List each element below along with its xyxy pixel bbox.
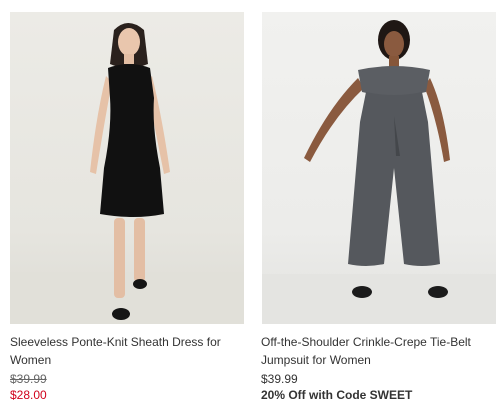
price-block: $39.99 20% Off with Code SWEET <box>261 371 500 402</box>
promo-code-text: 20% Off with Code SWEET <box>261 388 413 402</box>
product-title-link[interactable]: Sleeveless Ponte-Knit Sheath Dress for W… <box>10 333 250 369</box>
original-price: $39.99 <box>10 372 47 386</box>
product-image-sheath-dress[interactable] <box>10 12 244 324</box>
model-in-gray-jumpsuit-illustration <box>262 20 496 324</box>
product-info: Sleeveless Ponte-Knit Sheath Dress for W… <box>10 333 250 402</box>
model-in-black-dress-illustration <box>10 23 244 324</box>
price-block: $39.99 $28.00 <box>10 371 250 402</box>
product-card-sheath-dress[interactable]: Sleeveless Ponte-Knit Sheath Dress for W… <box>10 0 246 402</box>
sale-price: $28.00 <box>10 388 47 402</box>
product-card-jumpsuit[interactable]: Off-the-Shoulder Crinkle-Crepe Tie-Belt … <box>261 0 497 402</box>
regular-price: $39.99 <box>261 372 298 386</box>
product-image-jumpsuit[interactable] <box>262 12 496 324</box>
product-info: Off-the-Shoulder Crinkle-Crepe Tie-Belt … <box>261 333 500 402</box>
product-title-link[interactable]: Off-the-Shoulder Crinkle-Crepe Tie-Belt … <box>261 333 500 369</box>
